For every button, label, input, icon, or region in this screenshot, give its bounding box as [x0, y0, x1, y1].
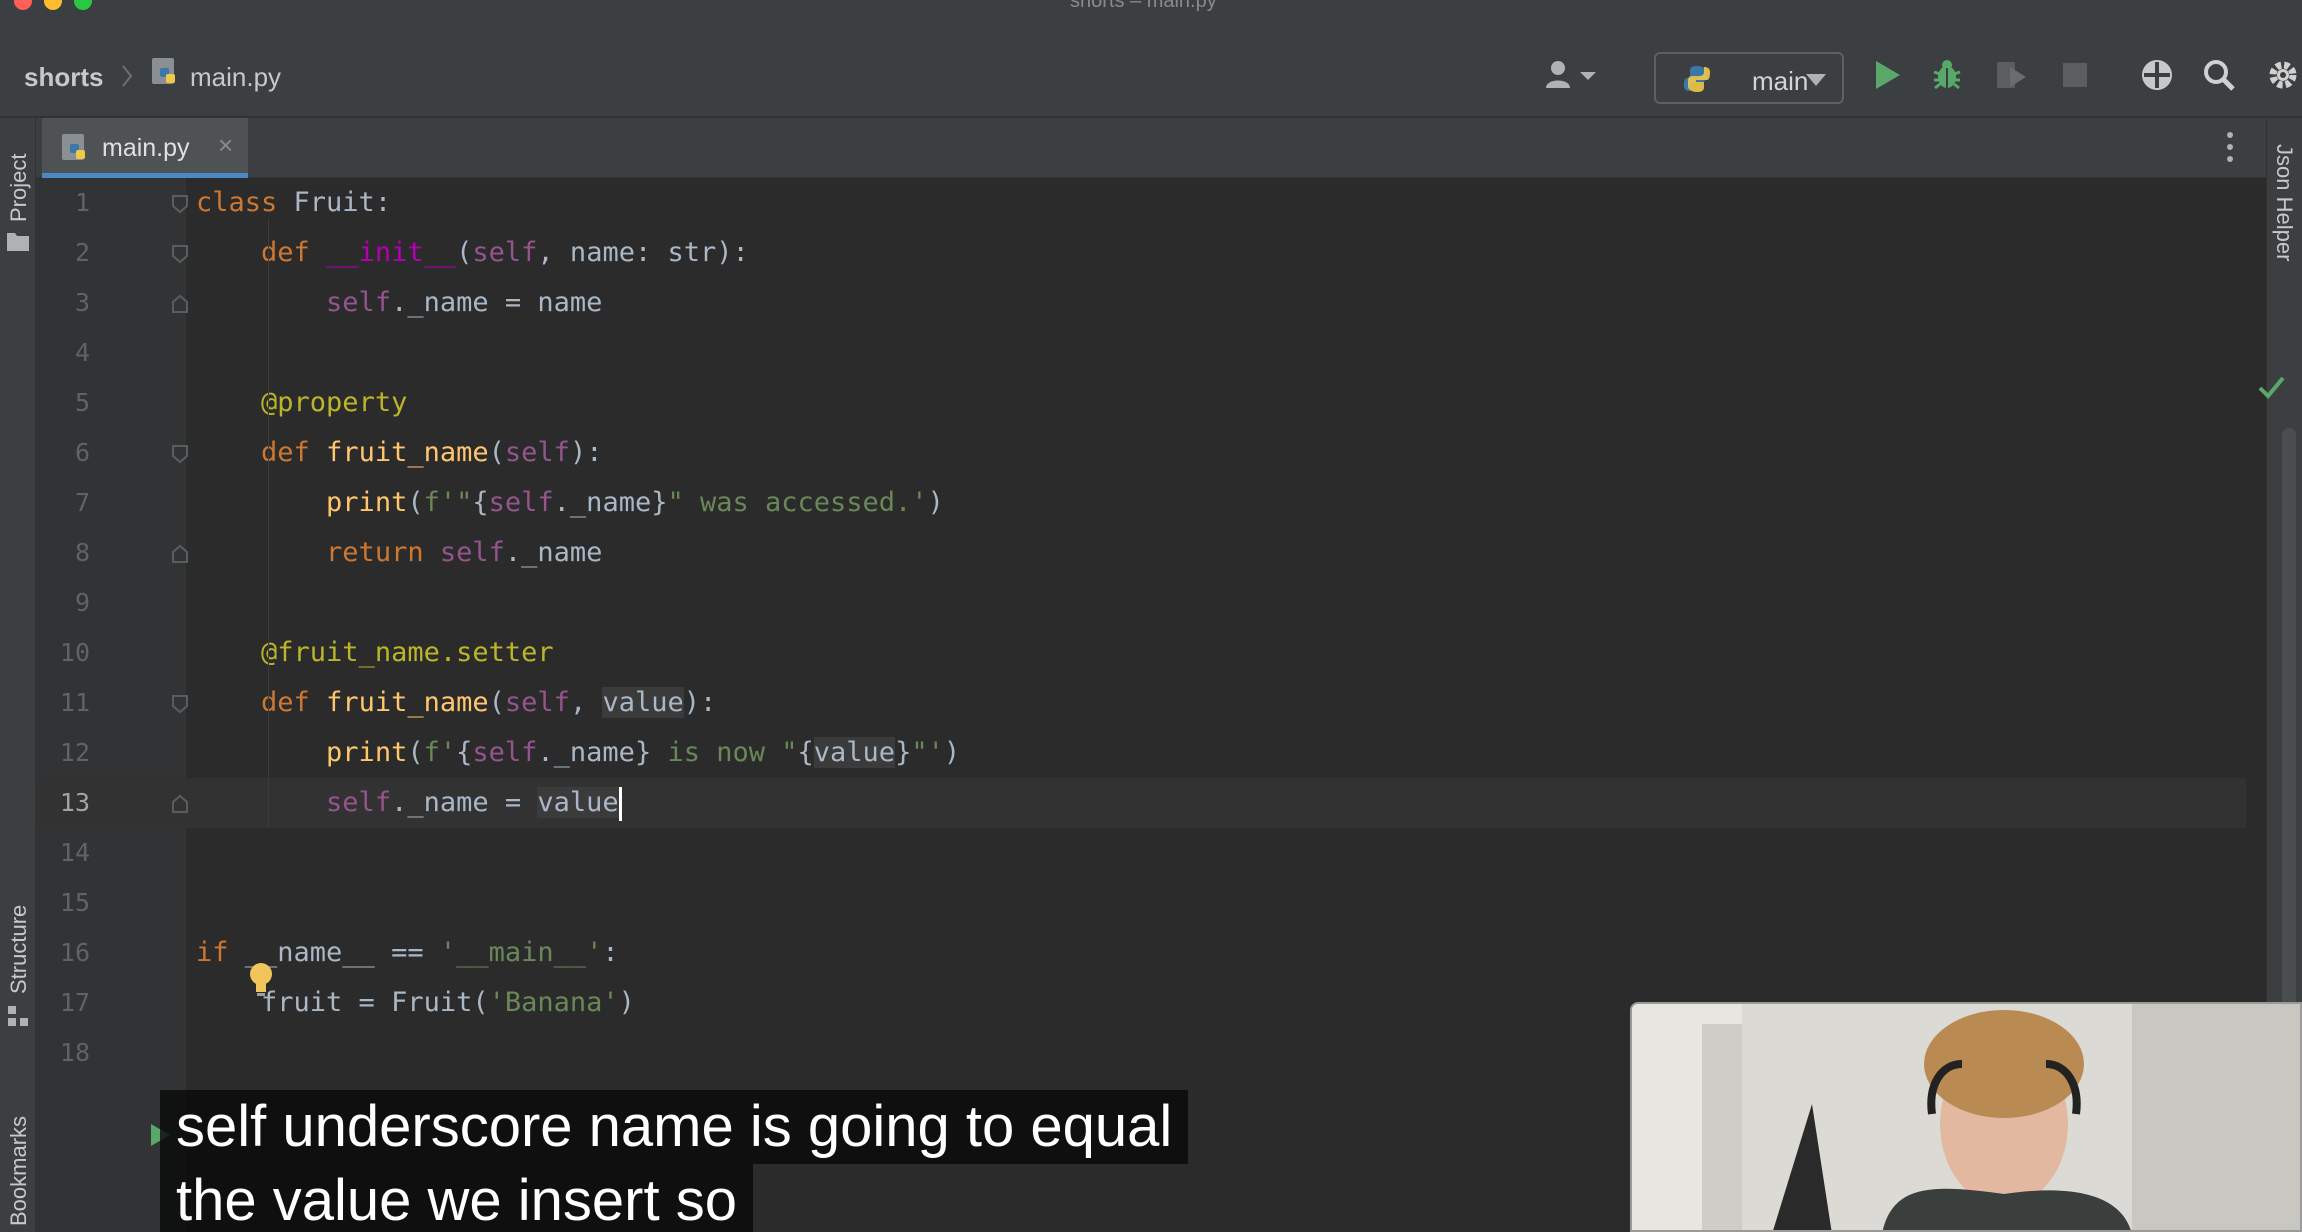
line-number: 16 [59, 938, 90, 967]
tab-label: main.py [102, 134, 190, 162]
line-number: 12 [59, 738, 90, 767]
chevron-down-icon [1806, 74, 1826, 86]
code-text: self._name = name [326, 287, 603, 318]
python-file-icon [62, 134, 85, 160]
left-tool-window-strip: Project Structure Bookmarks [0, 118, 36, 1232]
code-text: print(f'"{self._name}" was accessed.') [326, 487, 944, 518]
bookmarks-tool-window-button[interactable]: Bookmarks [6, 1116, 32, 1226]
code-line: 16 if __name__ == '__main__': [36, 928, 2246, 978]
code-line: 11 def fruit_name(self, value): [36, 678, 2246, 728]
line-number: 15 [59, 888, 90, 917]
text-caret [618, 786, 622, 821]
run-icon[interactable] [1870, 58, 1904, 92]
window-title-bar: shorts – main.py [0, 0, 2302, 14]
window-title: shorts – main.py [1070, 0, 1217, 12]
line-number: 2 [74, 238, 90, 267]
plugins-icon[interactable] [2140, 58, 2174, 92]
main-toolbar: shorts main.py main [0, 14, 2302, 118]
line-number: 18 [59, 1038, 90, 1067]
subtitle-line-2: the value we insert so [160, 1164, 753, 1232]
line-number: 4 [74, 338, 90, 367]
fold-marker-icon[interactable] [170, 444, 190, 464]
code-text: self._name = value [196, 778, 622, 828]
structure-tool-window-button[interactable]: Structure [6, 905, 32, 994]
line-number: 8 [74, 538, 90, 567]
lightbulb-icon[interactable] [248, 962, 274, 998]
code-text: def fruit_name(self, value): [261, 687, 717, 718]
run-configuration-label: main [1752, 66, 1809, 96]
more-options-icon[interactable] [2226, 130, 2234, 164]
code-text: @property [261, 387, 408, 418]
fold-end-icon[interactable] [170, 794, 190, 814]
line-number: 9 [74, 588, 90, 617]
python-file-icon [152, 58, 175, 84]
code-line: 15 [36, 878, 2246, 928]
code-line: 9 [36, 578, 2246, 628]
close-window-button[interactable] [14, 0, 32, 10]
project-tool-window-button[interactable]: Project [6, 154, 32, 222]
run-configuration-selector[interactable]: main [1654, 52, 1844, 104]
code-text: @fruit_name.setter [261, 637, 554, 668]
code-text: def fruit_name(self): [261, 437, 603, 468]
line-number: 5 [74, 388, 90, 417]
stop-icon[interactable] [2060, 60, 2090, 90]
account-icon[interactable] [1542, 58, 1598, 92]
code-text: print(f'{self._name} is now "{value}"') [326, 737, 961, 768]
presenter-video-image [1632, 1004, 2300, 1230]
coverage-icon[interactable] [1994, 58, 2028, 92]
python-icon [1684, 66, 1710, 92]
debug-icon[interactable] [1930, 58, 1964, 92]
zoom-window-button[interactable] [74, 0, 92, 10]
line-number: 13 [59, 788, 90, 817]
webcam-overlay [1630, 1002, 2302, 1232]
line-number: 7 [74, 488, 90, 517]
fold-end-icon[interactable] [170, 544, 190, 564]
fold-marker-icon[interactable] [170, 694, 190, 714]
line-number: 17 [59, 988, 90, 1017]
minimize-window-button[interactable] [44, 0, 62, 10]
line-number: 3 [74, 288, 90, 317]
code-text: def __init__(self, name: str): [261, 237, 749, 268]
code-line: 5 @property [36, 378, 2246, 428]
tab-main-py[interactable]: main.py × [42, 118, 248, 178]
line-number: 10 [59, 638, 90, 667]
breadcrumb-project[interactable]: shorts [24, 62, 103, 93]
line-number: 1 [74, 188, 90, 217]
indent-guide [268, 218, 269, 828]
code-line: 12 print(f'{self._name} is now "{value}"… [36, 728, 2246, 778]
structure-icon [8, 1006, 28, 1026]
fold-end-icon[interactable] [170, 294, 190, 314]
fold-marker-icon[interactable] [170, 244, 190, 264]
breadcrumb-separator-icon [122, 65, 133, 87]
code-line: 1 class Fruit: [36, 178, 2246, 228]
video-subtitles: self underscore name is going to equal t… [160, 1090, 1189, 1232]
fold-marker-icon[interactable] [170, 194, 190, 214]
inspection-ok-icon[interactable] [2256, 372, 2286, 402]
code-line: 3 self._name = name [36, 278, 2246, 328]
settings-icon[interactable] [2266, 58, 2300, 92]
line-number: 11 [59, 688, 90, 717]
code-line: 8 return self._name [36, 528, 2246, 578]
code-line: 2 def __init__(self, name: str): [36, 228, 2246, 278]
line-number: 14 [59, 838, 90, 867]
code-text: return self._name [326, 537, 603, 568]
code-line: 10 @fruit_name.setter [36, 628, 2246, 678]
current-code-line: 13 self._name = value [36, 778, 2246, 828]
json-helper-tool-window-button[interactable]: Json Helper [2271, 144, 2297, 261]
code-line: 6 def fruit_name(self): [36, 428, 2246, 478]
folder-icon [7, 233, 29, 251]
code-text: class Fruit: [196, 187, 392, 218]
code-line: 14 [36, 828, 2246, 878]
breadcrumb-file[interactable]: main.py [190, 62, 281, 93]
search-icon[interactable] [2202, 58, 2236, 92]
code-line: 4 [36, 328, 2246, 378]
line-number: 6 [74, 438, 90, 467]
tab-close-button[interactable]: × [218, 130, 233, 161]
code-line: 7 print(f'"{self._name}" was accessed.') [36, 478, 2246, 528]
editor-tab-bar: main.py × [36, 118, 2266, 178]
subtitle-line-1: self underscore name is going to equal [160, 1090, 1189, 1164]
